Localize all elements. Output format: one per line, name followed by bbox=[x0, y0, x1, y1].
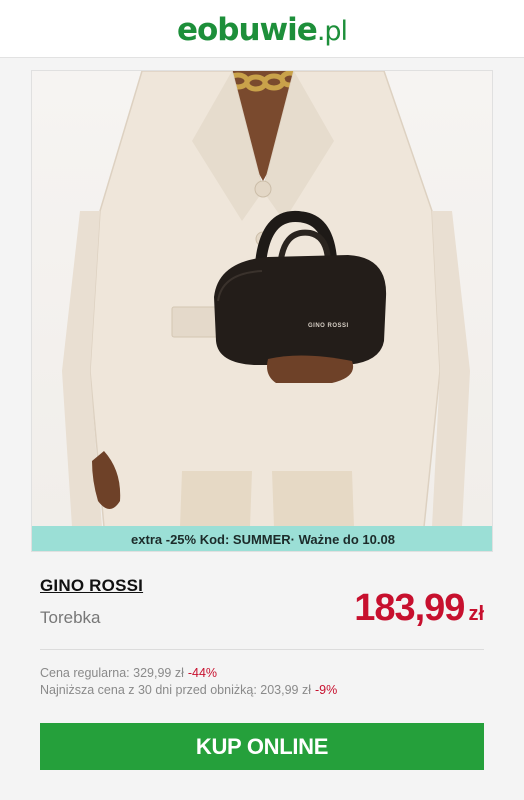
divider bbox=[40, 649, 484, 650]
lowest-price-label: Najniższa cena z 30 dni przed obniżką: 2… bbox=[40, 683, 311, 697]
product-card[interactable]: GINO ROSSI extra -25% Kod: SUMMER· Ważne… bbox=[31, 70, 493, 552]
header: eobuwie.pl bbox=[0, 0, 524, 58]
price-currency: zł bbox=[468, 603, 484, 625]
price-amount: 183,99 bbox=[354, 587, 465, 629]
promo-banner: extra -25% Kod: SUMMER· Ważne do 10.08 bbox=[32, 526, 492, 551]
logo-word: obuwie bbox=[196, 12, 318, 48]
product-type: Torebka bbox=[40, 608, 101, 627]
logo-letter: e bbox=[176, 12, 198, 48]
regular-price-label: Cena regularna: 329,99 zł bbox=[40, 666, 184, 680]
model-illustration bbox=[62, 71, 470, 528]
regular-price-info: Cena regularna: 329,99 zł -44% bbox=[40, 666, 217, 680]
buy-online-button[interactable]: KUP ONLINE bbox=[40, 723, 484, 770]
product-price: 183,99 zł bbox=[354, 587, 484, 630]
regular-price-discount: -44% bbox=[187, 666, 218, 680]
logo-suffix: .pl bbox=[316, 16, 348, 47]
site-logo[interactable]: eobuwie.pl bbox=[0, 12, 524, 50]
product-photo[interactable]: GINO ROSSI bbox=[32, 71, 492, 528]
lowest-price-discount: -9% bbox=[315, 683, 338, 697]
lowest-price-info: Najniższa cena z 30 dni przed obniżką: 2… bbox=[40, 683, 337, 697]
bag-logo: GINO ROSSI bbox=[308, 323, 349, 329]
product-brand[interactable]: GINO ROSSI bbox=[40, 576, 143, 596]
